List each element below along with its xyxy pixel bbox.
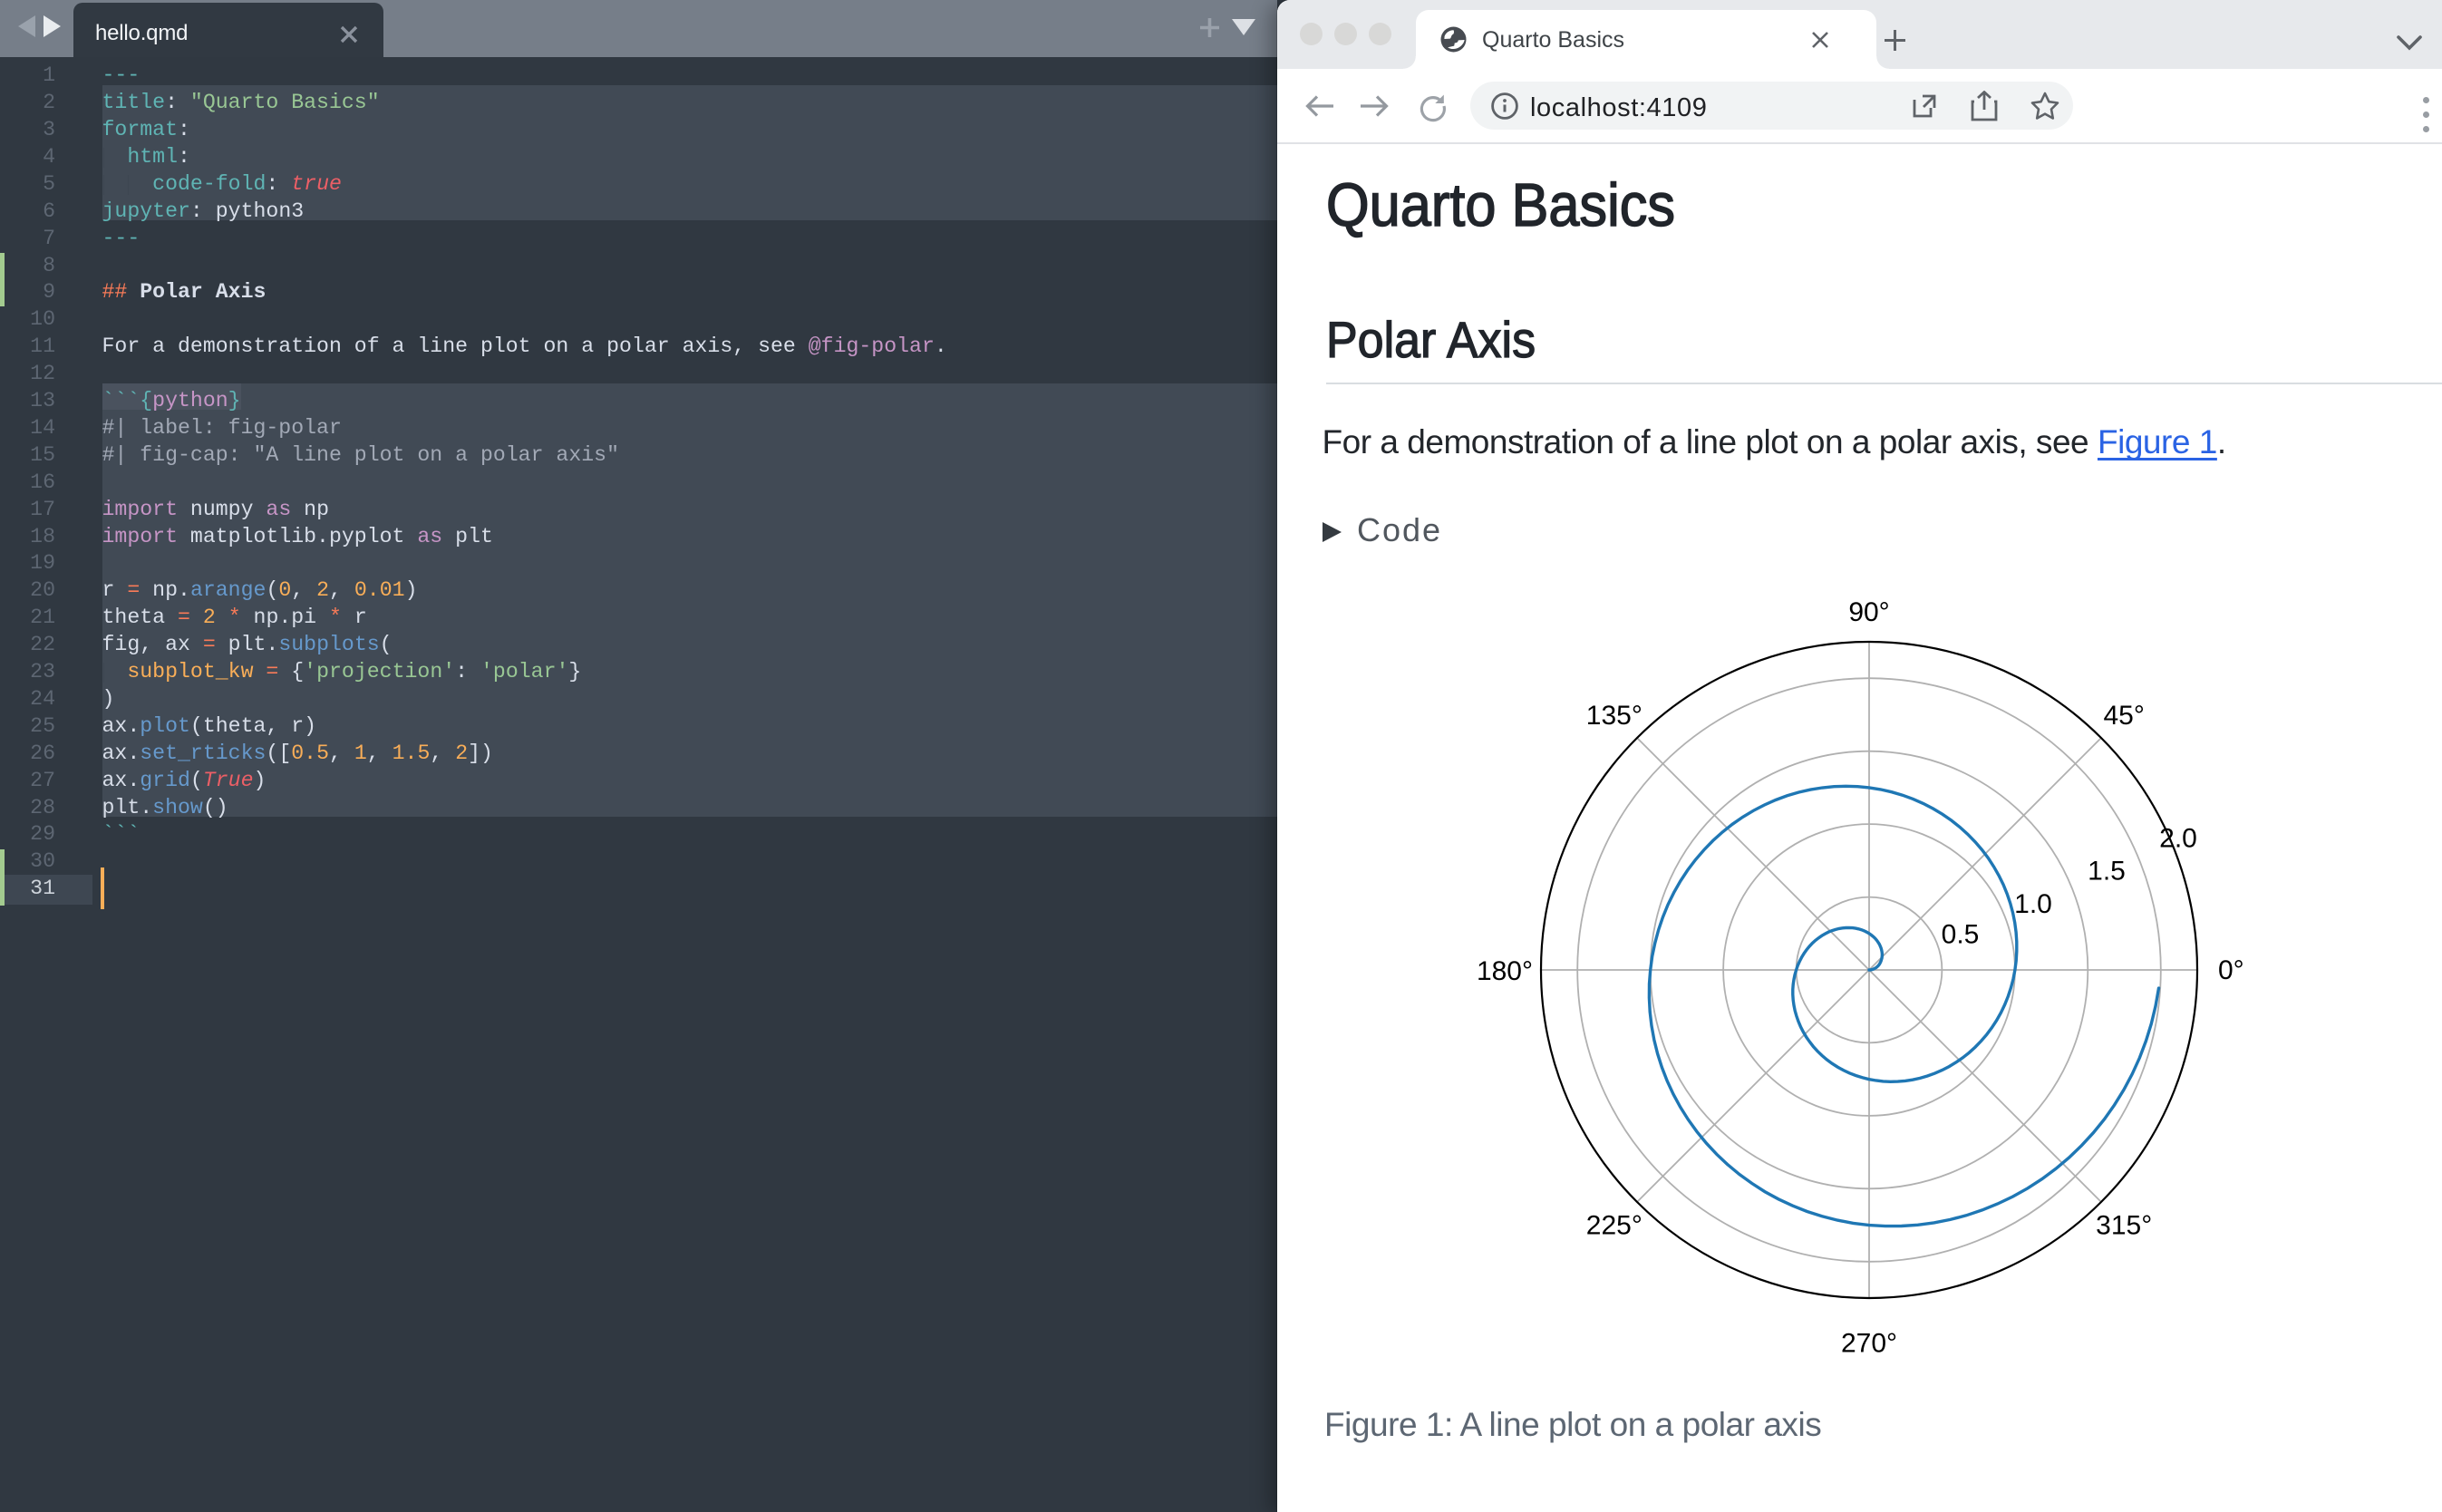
svg-text:0.5: 0.5 xyxy=(1942,919,1980,949)
svg-text:1.0: 1.0 xyxy=(2014,889,2052,919)
svg-text:270°: 270° xyxy=(1841,1329,1897,1359)
svg-text:225°: 225° xyxy=(1586,1210,1643,1240)
svg-text:0°: 0° xyxy=(2218,955,2244,985)
svg-text:180°: 180° xyxy=(1477,956,1533,986)
svg-text:315°: 315° xyxy=(2096,1210,2152,1240)
svg-text:90°: 90° xyxy=(1848,597,1889,627)
svg-text:1.5: 1.5 xyxy=(2088,856,2126,886)
svg-text:45°: 45° xyxy=(2104,701,2145,731)
svg-text:135°: 135° xyxy=(1586,701,1643,731)
svg-text:2.0: 2.0 xyxy=(2159,823,2197,853)
